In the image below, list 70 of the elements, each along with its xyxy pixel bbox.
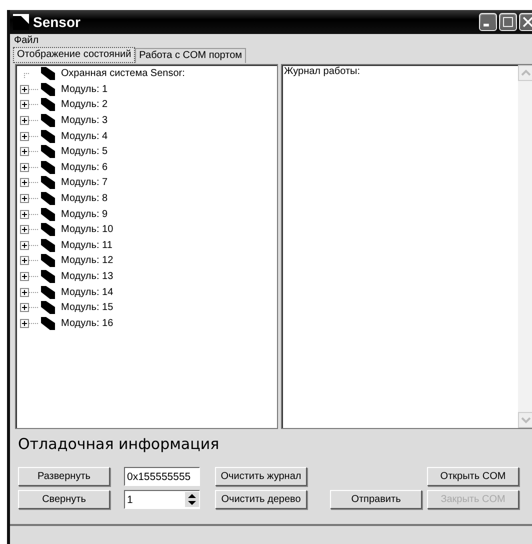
action-button[interactable]: Отправить [330, 490, 422, 509]
expand-icon[interactable] [20, 303, 39, 312]
tree-item[interactable]: Модуль: 14 [61, 286, 114, 298]
expand-icon[interactable] [20, 225, 39, 234]
module-icon [41, 254, 55, 268]
tree-item[interactable]: Модуль: 3 [61, 115, 108, 126]
expand-icon[interactable] [20, 162, 39, 172]
maximize-icon[interactable] [499, 13, 517, 31]
app-icon [13, 14, 29, 30]
expand-icon[interactable] [20, 132, 39, 141]
action-button[interactable]: Очистить дерево [215, 490, 307, 509]
tree-item[interactable]: Модуль: 12 [61, 255, 114, 266]
module-icon [41, 176, 55, 190]
module-icon [41, 223, 55, 236]
tree-item[interactable]: Модуль: 2 [61, 99, 108, 110]
expand-icon[interactable] [20, 147, 39, 156]
tree-item[interactable]: Модуль: 9 [61, 208, 108, 220]
section-heading: Отладочная информация [17, 434, 220, 455]
tree-item[interactable]: Модуль: 4 [61, 130, 108, 142]
tab[interactable]: Отображение состояний [13, 47, 136, 63]
tree-item[interactable]: Модуль: 8 [61, 193, 108, 204]
expand-icon[interactable] [20, 84, 39, 94]
expand-icon[interactable] [20, 210, 39, 219]
tree-item[interactable]: Охранная система Sensor: [61, 68, 185, 80]
tree-item[interactable]: Модуль: 15 [61, 302, 114, 314]
module-icon [41, 130, 55, 143]
spinner-value: 1 [126, 494, 134, 506]
expand-icon[interactable] [20, 272, 39, 282]
log-text: Журнал работы: [283, 65, 362, 78]
expand-icon[interactable] [20, 194, 39, 204]
tree-item[interactable]: Модуль: 6 [61, 162, 108, 173]
action-button[interactable]: Открыть COM [427, 467, 519, 486]
minimize-icon[interactable] [479, 13, 497, 31]
module-icon [41, 67, 55, 80]
spinner-arrows-icon[interactable] [185, 492, 199, 507]
module-icon [41, 160, 55, 174]
tab[interactable]: Работа с COM портом [135, 48, 246, 63]
expand-icon[interactable] [20, 116, 39, 126]
expand-icon[interactable] [20, 318, 39, 328]
module-icon [41, 286, 55, 299]
module-icon [41, 208, 55, 221]
tree-item[interactable]: Модуль: 13 [61, 271, 114, 282]
module-icon [41, 145, 55, 158]
address-field[interactable]: 0x155555555 [124, 467, 200, 486]
expand-icon[interactable] [20, 178, 39, 188]
module-icon [41, 316, 55, 330]
module-icon [41, 270, 55, 284]
tree-item[interactable]: Модуль: 10 [61, 224, 114, 236]
menu-item[interactable]: Файл [14, 34, 39, 46]
close-icon[interactable] [519, 13, 532, 31]
spinner-field[interactable]: 1 [124, 490, 200, 509]
tree-item[interactable]: Модуль: 7 [61, 177, 108, 188]
module-icon [41, 192, 55, 206]
module-icon [41, 114, 55, 128]
expand-icon[interactable] [20, 240, 39, 250]
expand-icon[interactable] [20, 288, 39, 297]
module-icon [41, 82, 55, 96]
module-icon [41, 98, 55, 112]
module-icon [41, 301, 55, 314]
expand-icon[interactable] [20, 100, 39, 110]
action-button[interactable]: Свернуть [18, 490, 110, 509]
expand-icon[interactable] [20, 256, 39, 266]
tree-item[interactable]: Модуль: 5 [61, 146, 108, 158]
module-icon [41, 238, 55, 252]
tree-item[interactable]: Модуль: 11 [61, 240, 112, 251]
tree-item[interactable]: Модуль: 16 [61, 318, 114, 329]
action-button[interactable]: Очистить журнал [215, 467, 307, 486]
tree-item[interactable]: Модуль: 1 [61, 84, 108, 95]
window-title: Sensor [33, 14, 80, 30]
action-button[interactable]: Развернуть [18, 467, 110, 486]
